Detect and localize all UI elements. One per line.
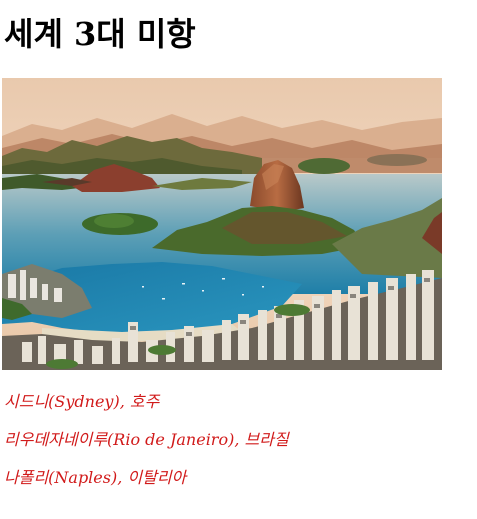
harbor-list: 시드니(Sydney), 호주 리우데자네이루(Rio de Janeiro),…: [4, 390, 289, 504]
rio-harbor-illustration: [2, 78, 442, 370]
page: 세계 3대 미항 시드니(Sydney), 호주 리우데자네이루(Rio de …: [0, 0, 477, 519]
list-item-sydney: 시드니(Sydney), 호주: [4, 392, 160, 411]
list-item-naples: 나폴리(Naples), 이탈리아: [4, 468, 187, 487]
hero-image: [2, 78, 442, 370]
list-item-rio: 리우데자네이루(Rio de Janeiro), 브라질: [4, 430, 289, 449]
page-title: 세계 3대 미항: [4, 15, 196, 53]
